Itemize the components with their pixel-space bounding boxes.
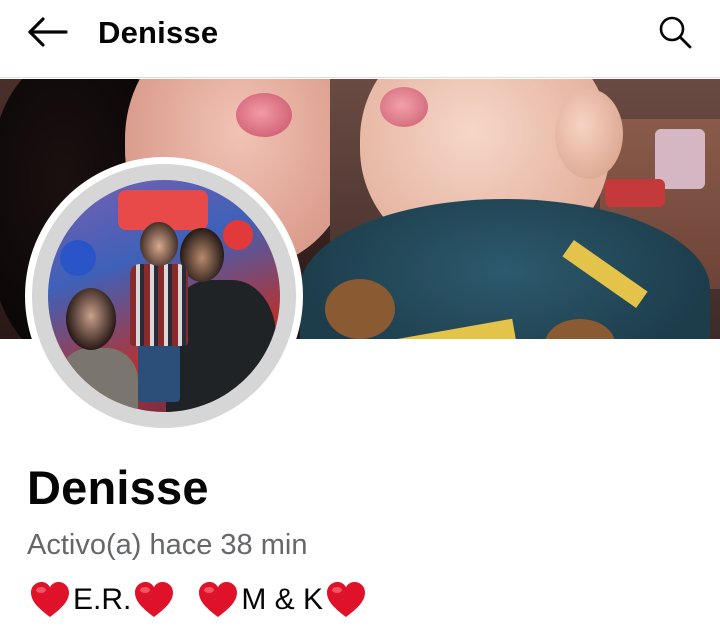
top-bar: Denisse <box>0 0 720 78</box>
page-title: Denisse <box>98 15 219 50</box>
profile-picture[interactable] <box>25 157 303 435</box>
avatar-border <box>32 164 296 428</box>
search-button[interactable] <box>650 10 700 58</box>
heart-icon <box>197 580 239 620</box>
bio-initials-2: M & K <box>241 583 324 616</box>
bio-initials-1: E.R. <box>73 583 132 616</box>
avatar <box>48 180 280 412</box>
search-icon <box>657 14 693 55</box>
back-button[interactable] <box>24 14 70 54</box>
heart-icon <box>325 580 367 620</box>
heart-icon <box>133 580 175 620</box>
active-status: Activo(a) hace 38 min <box>27 529 308 561</box>
arrow-left-icon <box>26 16 68 53</box>
profile-bio: E.R. M & K <box>27 578 369 622</box>
profile-name: Denisse <box>27 461 209 514</box>
heart-icon <box>29 580 71 620</box>
